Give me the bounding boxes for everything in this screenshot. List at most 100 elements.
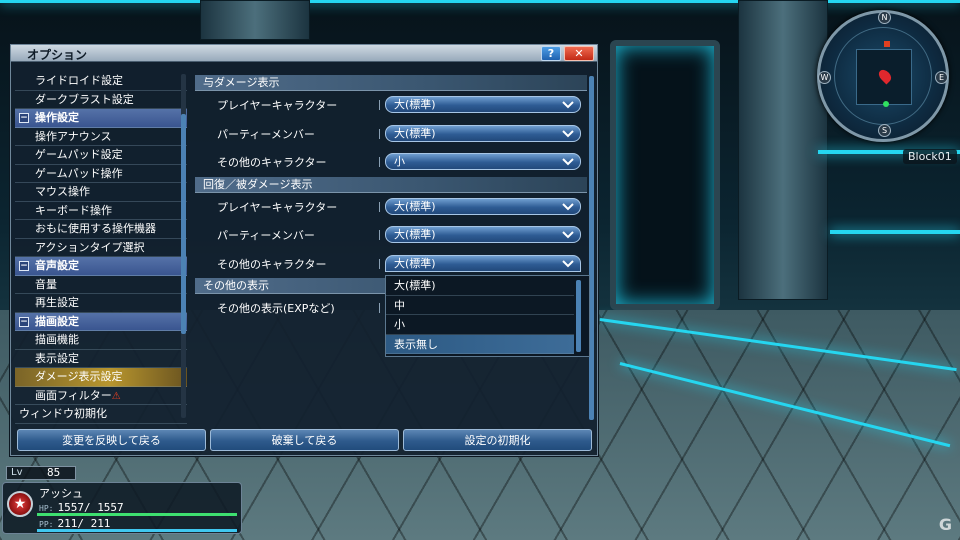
setting-row: パーティーメンバー 大(標準) bbox=[195, 120, 587, 149]
category-item[interactable]: ライドロイド設定 bbox=[15, 72, 187, 91]
discard-and-return-button[interactable]: 破棄して戻る bbox=[210, 429, 399, 451]
close-button[interactable]: ✕ bbox=[564, 46, 594, 61]
warning-icon: ⚠ bbox=[111, 390, 121, 402]
pp-bar bbox=[37, 529, 237, 532]
chevron-down-icon bbox=[562, 202, 574, 210]
category-label: 音声設定 bbox=[35, 259, 79, 272]
status-panel: ★ アッシュ HP: 1557/ 1557 PP: 211/ 211 bbox=[2, 482, 242, 534]
compass-east: E bbox=[935, 71, 948, 84]
category-item[interactable]: ゲームパッド操作 bbox=[15, 165, 187, 183]
setting-label: パーティーメンバー bbox=[217, 229, 315, 242]
category-label: 表示設定 bbox=[35, 351, 79, 365]
wall-pillar bbox=[200, 0, 310, 40]
dropdown-option[interactable]: 小 bbox=[386, 315, 574, 335]
setting-row: その他のキャラクター 小 bbox=[195, 148, 587, 177]
hp-bar-fill bbox=[37, 513, 237, 516]
dropdown-deal-player[interactable]: 大(標準) bbox=[385, 96, 581, 113]
category-label: 描画設定 bbox=[35, 314, 79, 328]
collapse-icon[interactable]: − bbox=[19, 316, 29, 327]
watermark-logo: G bbox=[938, 515, 952, 534]
category-item[interactable]: 画面フィルター⚠ bbox=[15, 387, 187, 405]
category-item[interactable]: 再生設定 bbox=[15, 294, 187, 313]
bottom-button-bar: 変更を反映して戻る 破棄して戻る 設定の初期化 bbox=[17, 429, 593, 451]
category-scrollbar-thumb[interactable] bbox=[181, 114, 186, 334]
category-label: アクションタイプ選択 bbox=[35, 240, 145, 254]
dropdown-option-highlighted[interactable]: 表示無し bbox=[386, 334, 574, 354]
wall-pillar bbox=[738, 0, 828, 300]
category-scrollbar[interactable] bbox=[181, 74, 186, 418]
category-group[interactable]: − 描画設定 bbox=[15, 312, 187, 331]
category-label: 再生設定 bbox=[35, 296, 79, 309]
chevron-down-icon bbox=[562, 231, 574, 239]
settings-scrollbar[interactable] bbox=[589, 76, 594, 420]
chevron-down-icon bbox=[562, 101, 574, 109]
window-titlebar[interactable]: オプション ? ✕ bbox=[11, 45, 597, 62]
options-window: オプション ? ✕ ライドロイド設定 ダークブラスト設定 − 操作設定 操作アナウンスゲ… bbox=[10, 44, 598, 456]
category-label: おもに使用する操作機器 bbox=[35, 222, 156, 235]
setting-label: プレイヤーキャラクター bbox=[217, 200, 338, 214]
category-group[interactable]: − 音声設定 bbox=[15, 257, 187, 276]
compass-north: N bbox=[878, 11, 891, 24]
category-item[interactable]: ダメージ表示設定 bbox=[15, 368, 187, 387]
section-header-recover-damage: 回復／被ダメージ表示 bbox=[195, 176, 587, 193]
setting-row: プレイヤーキャラクター 大(標準) bbox=[195, 91, 587, 120]
collapse-icon[interactable]: − bbox=[19, 113, 29, 123]
category-item[interactable]: 表示設定 bbox=[15, 350, 187, 368]
wall-light bbox=[830, 230, 960, 234]
apply-and-return-button[interactable]: 変更を反映して戻る bbox=[17, 429, 206, 451]
category-item[interactable]: ダークブラスト設定 bbox=[15, 91, 187, 109]
chevron-down-icon bbox=[562, 259, 574, 267]
category-label: 操作設定 bbox=[35, 111, 79, 124]
category-item[interactable]: キーボード操作 bbox=[15, 202, 187, 220]
compass-south: S bbox=[878, 124, 891, 137]
setting-label: プレイヤーキャラクター bbox=[217, 99, 338, 112]
compass-west: W bbox=[818, 71, 831, 84]
category-item[interactable]: マウス操作 bbox=[15, 183, 187, 202]
section-header-deal-damage: 与ダメージ表示 bbox=[195, 75, 587, 91]
dropdown-recover-other[interactable]: 大(標準) bbox=[385, 254, 581, 272]
category-label: ゲームパッド操作 bbox=[35, 166, 123, 180]
category-item[interactable]: 音量 bbox=[15, 276, 187, 294]
category-item[interactable]: おもに使用する操作機器 bbox=[15, 220, 187, 239]
dropdown-deal-party[interactable]: 大(標準) bbox=[385, 124, 581, 142]
chevron-down-icon bbox=[562, 129, 574, 137]
dropdown-recover-party[interactable]: 大(標準) bbox=[385, 226, 581, 243]
dropdown-deal-other[interactable]: 小 bbox=[385, 153, 581, 170]
minimap-ally-marker bbox=[883, 101, 889, 107]
category-item[interactable]: ゲームパッド設定 bbox=[15, 146, 187, 165]
dropdown-options-list: 大(標準) 中 小 表示無し bbox=[385, 275, 590, 357]
setting-row: プレイヤーキャラクター 大(標準) bbox=[195, 193, 587, 222]
collapse-icon[interactable]: − bbox=[19, 261, 29, 271]
category-label: キーボード操作 bbox=[35, 203, 112, 217]
category-label: ライドロイド設定 bbox=[35, 74, 123, 87]
category-item[interactable]: 描画機能 bbox=[15, 331, 187, 350]
player-name: アッシュ bbox=[39, 487, 83, 500]
player-status-hud: Lv 85 ★ アッシュ HP: 1557/ 1557 PP: 211/ 211 bbox=[0, 464, 250, 540]
minimap[interactable]: N S W E bbox=[817, 10, 949, 142]
category-group[interactable]: − 操作設定 bbox=[15, 109, 187, 128]
pp-bar-fill bbox=[37, 529, 237, 532]
category-label: 音量 bbox=[35, 277, 57, 291]
dropdown-recover-player[interactable]: 大(標準) bbox=[385, 197, 581, 215]
help-button[interactable]: ? bbox=[541, 46, 561, 61]
dropdown-option[interactable]: 大(標準) bbox=[386, 276, 574, 296]
setting-label: パーティーメンバー bbox=[217, 127, 315, 141]
settings-scrollbar-thumb[interactable] bbox=[589, 76, 594, 420]
category-label: ウィンドウ初期化 bbox=[19, 407, 107, 420]
category-label: 描画機能 bbox=[35, 333, 79, 346]
settings-panel: 与ダメージ表示 プレイヤーキャラクター 大(標準) パーティーメンバー 大(標準… bbox=[195, 75, 587, 420]
category-item[interactable]: 操作アナウンス bbox=[15, 128, 187, 146]
setting-row: パーティーメンバー 大(標準) bbox=[195, 221, 587, 250]
reset-settings-button[interactable]: 設定の初期化 bbox=[403, 429, 592, 451]
window-title: オプション bbox=[27, 48, 88, 62]
setting-label: その他のキャラクター bbox=[217, 156, 327, 169]
dropdown-option[interactable]: 中 bbox=[386, 296, 574, 315]
class-emblem-icon: ★ bbox=[7, 491, 33, 517]
category-item[interactable]: アクションタイプ選択 bbox=[15, 239, 187, 257]
setting-row: その他のキャラクター 大(標準) bbox=[195, 250, 587, 279]
category-label: 画面フィルター bbox=[35, 388, 112, 402]
category-list: ライドロイド設定 ダークブラスト設定 − 操作設定 操作アナウンス ゲームパッド設定 ゲーム… bbox=[15, 72, 187, 424]
category-item[interactable]: ウィンドウ初期化 bbox=[15, 405, 187, 424]
hp-bar bbox=[37, 513, 237, 516]
dropdown-scrollbar[interactable] bbox=[576, 280, 581, 352]
